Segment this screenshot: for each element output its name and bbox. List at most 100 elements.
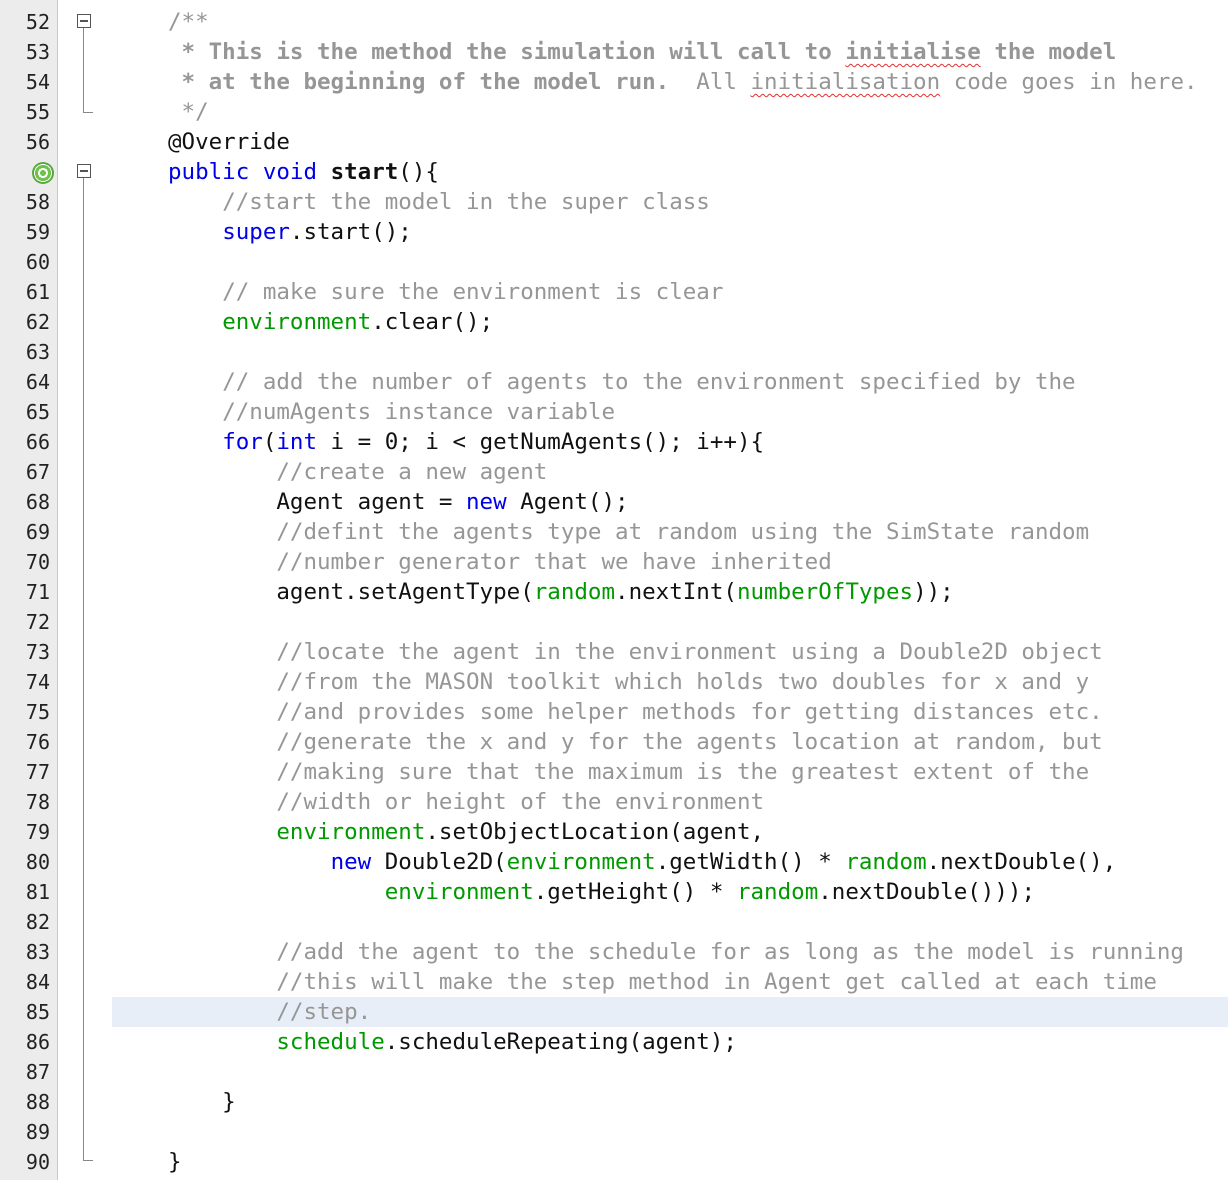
code-line[interactable]: 82 [0,907,1228,937]
code-text: new Double2D(environment.getWidth() * ra… [168,847,1117,877]
code-text: schedule.scheduleRepeating(agent); [168,1027,737,1057]
code-token: */ [168,99,209,125]
code-line[interactable]: 56 @Override [0,127,1228,157]
code-line[interactable]: 53 * This is the method the simulation w… [0,37,1228,67]
code-line[interactable]: 70 //number generator that we have inher… [0,547,1228,577]
code-line[interactable]: 68 Agent agent = new Agent(); [0,487,1228,517]
line-number: 66 [25,430,50,454]
code-token: super [222,219,290,245]
code-line[interactable]: 79 environment.setObjectLocation(agent, [0,817,1228,847]
code-token: // make sure the environment is clear [222,279,724,305]
line-number: 74 [25,670,50,694]
code-text: } [168,1147,182,1177]
line-number: 78 [25,790,50,814]
line-number: 88 [25,1090,50,1114]
code-token: .scheduleRepeating(agent); [384,1029,737,1055]
code-token: for [222,429,263,455]
code-line[interactable]: 71 agent.setAgentType(random.nextInt(num… [0,577,1228,607]
code-line[interactable]: 60 [0,247,1228,277]
code-line[interactable]: 77 //making sure that the maximum is the… [0,757,1228,787]
fold-end [83,1160,93,1161]
code-line[interactable]: 88 } [0,1087,1228,1117]
code-line[interactable]: 89 [0,1117,1228,1147]
code-token: .start(); [289,219,412,245]
code-text: environment.setObjectLocation(agent, [168,817,764,847]
code-text: agent.setAgentType(random.nextInt(number… [168,577,954,607]
line-number: 76 [25,730,50,754]
code-line[interactable]: 63 [0,337,1228,367]
code-line[interactable]: 81 environment.getHeight() * random.next… [0,877,1228,907]
code-token: //add the agent to the schedule for as l… [276,939,1184,965]
code-text: //numAgents instance variable [168,397,615,427]
code-line[interactable]: 52 /** [0,7,1228,37]
code-text: * at the beginning of the model run. All… [168,67,1198,97]
code-token: )); [913,579,954,605]
code-line[interactable]: 90} [0,1147,1228,1177]
code-token: the model [980,39,1117,65]
code-line[interactable]: public void start(){ [0,157,1228,187]
line-number: 64 [25,370,50,394]
code-token: * This is the method the simulation will… [168,39,846,65]
code-line[interactable]: 62 environment.clear(); [0,307,1228,337]
code-token: // add the number of agents to the envir… [222,369,1076,395]
code-line[interactable]: 59 super.start(); [0,217,1228,247]
code-text: public void start(){ [168,157,439,187]
code-line[interactable]: 86 schedule.scheduleRepeating(agent); [0,1027,1228,1057]
code-line[interactable]: 66 for(int i = 0; i < getNumAgents(); i+… [0,427,1228,457]
override-marker-icon[interactable] [32,162,54,184]
code-token: numberOfTypes [736,579,914,605]
code-line[interactable]: 55 */ [0,97,1228,127]
code-line[interactable]: 78 //width or height of the environment [0,787,1228,817]
code-line[interactable]: 85 //step. [0,997,1228,1027]
code-token: } [168,1149,182,1175]
code-line[interactable]: 75 //and provides some helper methods fo… [0,697,1228,727]
collapse-comment-icon[interactable] [77,14,91,28]
code-token: } [168,1089,236,1115]
code-text: //number generator that we have inherite… [168,547,832,577]
line-number: 86 [25,1030,50,1054]
code-line[interactable]: 87 [0,1057,1228,1087]
code-line[interactable]: 74 //from the MASON toolkit which holds … [0,667,1228,697]
code-token: //number generator that we have inherite… [276,549,832,575]
code-line[interactable]: 80 new Double2D(environment.getWidth() *… [0,847,1228,877]
code-line[interactable]: 84 //this will make the step method in A… [0,967,1228,997]
line-number: 59 [25,220,50,244]
code-line[interactable]: 83 //add the agent to the schedule for a… [0,937,1228,967]
code-line[interactable]: 69 //defint the agents type at random us… [0,517,1228,547]
code-line[interactable]: 54 * at the beginning of the model run. … [0,67,1228,97]
code-token: @Override [168,129,290,155]
code-text: @Override [168,127,290,157]
code-text: //generate the x and y for the agents lo… [168,727,1102,757]
code-token: .getHeight() * [533,879,737,905]
line-number: 82 [25,910,50,934]
code-line[interactable]: 61 // make sure the environment is clear [0,277,1228,307]
code-line[interactable]: 76 //generate the x and y for the agents… [0,727,1228,757]
code-line[interactable]: 73 //locate the agent in the environment… [0,637,1228,667]
code-line[interactable]: 58 //start the model in the super class [0,187,1228,217]
code-line[interactable]: 65 //numAgents instance variable [0,397,1228,427]
code-line[interactable]: 64 // add the number of agents to the en… [0,367,1228,397]
code-token: initialisation [750,69,941,95]
code-token: initialise [845,39,981,65]
collapse-method-icon[interactable] [77,164,91,178]
code-text: /** [168,7,209,37]
code-token: //width or height of the environment [276,789,765,815]
code-text: // make sure the environment is clear [168,277,723,307]
code-token: * at the beginning of the model run. [168,69,670,95]
code-editor[interactable]: 52/** 53 * This is the method the simulat… [0,0,1228,1180]
code-line[interactable]: 67 //create a new agent [0,457,1228,487]
code-line[interactable]: 72 [0,607,1228,637]
